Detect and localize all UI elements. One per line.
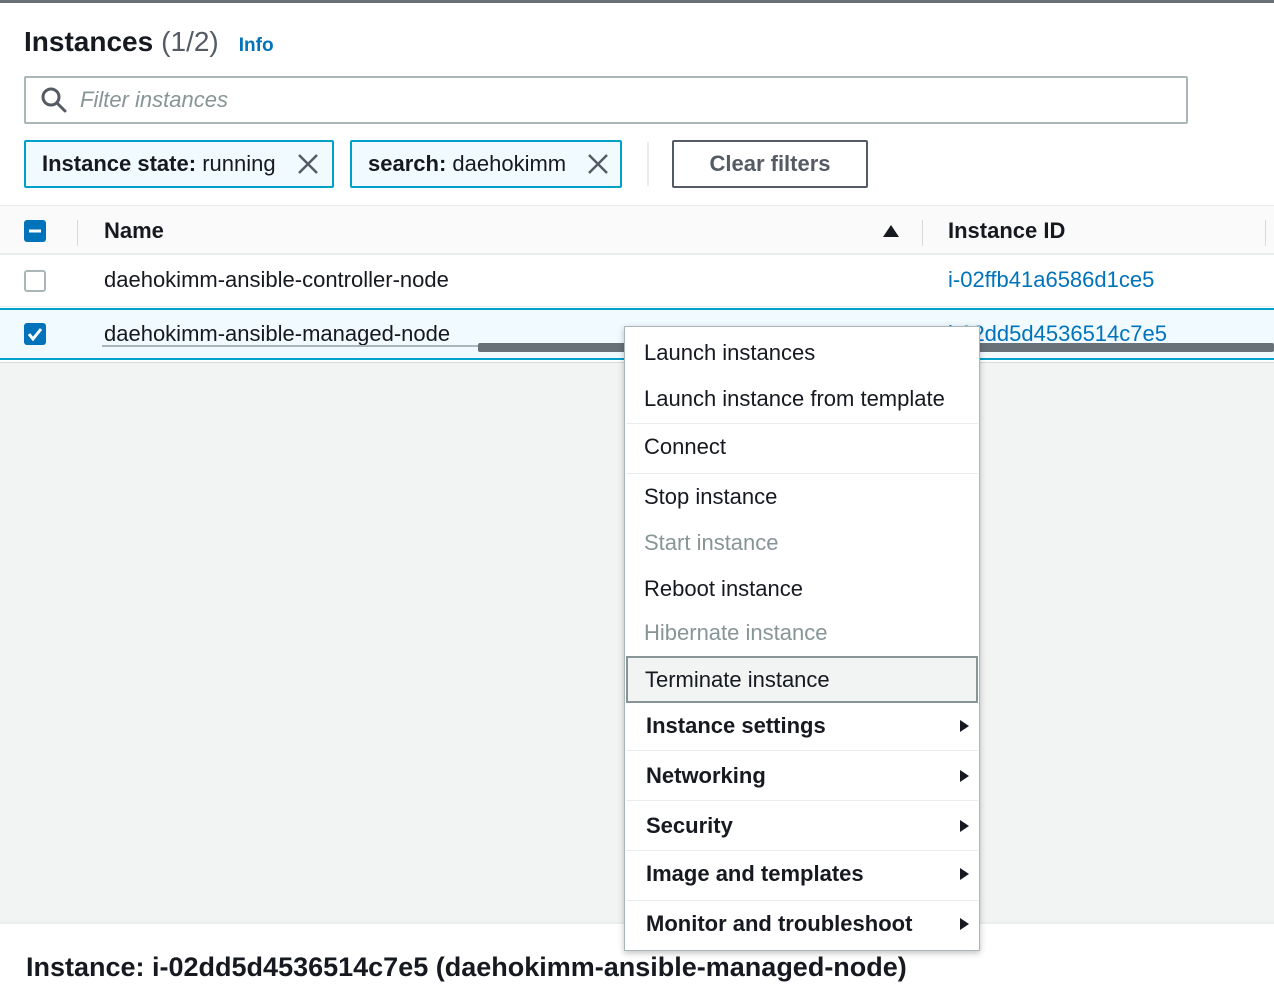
page-title: Instances [24,26,154,57]
column-separator [922,220,923,246]
menu-separator [626,423,978,424]
column-header-instance-id[interactable]: Instance ID [948,218,1065,244]
instance-name: daehokimm-ansible-managed-node [104,321,451,346]
submenu-arrow-icon [960,720,969,732]
token-key: search: [368,151,447,176]
instance-id-link[interactable]: i-02ffb41a6586d1ce5 [948,267,1154,293]
selection-count: (1/2) [161,26,219,57]
menu-item-label: Security [646,813,733,838]
name-underline [102,345,478,347]
menu-separator [626,800,978,801]
token-value: running [202,151,276,176]
menu-item-launch-instances[interactable]: Launch instances [625,331,979,375]
column-separator [77,220,78,246]
checkmark-icon [27,328,43,342]
menu-item-instance-settings[interactable]: Instance settings [625,704,979,748]
menu-separator [626,473,978,474]
indeterminate-icon [29,229,41,233]
filter-input-box[interactable] [24,76,1188,124]
menu-separator [626,900,978,901]
token-divider [647,142,649,186]
menu-item-connect[interactable]: Connect [625,425,979,469]
token-value: daehokimm [452,151,567,176]
menu-item-image-and-templates[interactable]: Image and templates [625,852,979,896]
menu-item-label: Instance settings [646,713,826,738]
clear-filters-button[interactable]: Clear filters [672,140,868,188]
menu-item-networking[interactable]: Networking [625,754,979,798]
submenu-arrow-icon [960,820,969,832]
row-checkbox[interactable] [24,323,46,345]
select-all-checkbox[interactable] [24,220,46,242]
row-checkbox[interactable] [24,270,46,292]
submenu-arrow-icon [960,868,969,880]
column-separator [1265,220,1266,246]
filter-token-instance-state: Instance state: running [24,140,334,188]
details-panel-title: Instance: i-02dd5d4536514c7e5 (daehokimm… [26,952,907,982]
menu-item-reboot-instance[interactable]: Reboot instance [625,567,979,611]
menu-item-start-instance: Start instance [644,530,779,555]
table-row[interactable]: daehokimm-ansible-controller-node i-02ff… [0,255,1274,307]
top-border [0,0,1274,3]
close-icon[interactable] [586,152,610,176]
submenu-arrow-icon [960,918,969,930]
menu-item-label: Image and templates [646,861,864,886]
menu-separator [626,850,978,851]
menu-item-label: Monitor and troubleshoot [646,911,913,936]
menu-item-security[interactable]: Security [625,804,979,848]
search-icon [41,87,67,113]
table-header: Name Instance ID [0,205,1274,255]
column-header-name[interactable]: Name [104,218,164,244]
filter-token-search: search: daehokimm [350,140,622,188]
menu-item-hibernate-instance: Hibernate instance [644,620,828,645]
menu-separator [626,750,978,751]
page-header: Instances (1/2) Info [24,26,274,60]
instance-actions-context-menu: Launch instances Launch instance from te… [624,326,980,951]
menu-item-launch-from-template[interactable]: Launch instance from template [625,377,979,421]
close-icon[interactable] [296,152,320,176]
menu-item-monitor-and-troubleshoot[interactable]: Monitor and troubleshoot [625,902,979,946]
menu-item-terminate-instance[interactable]: Terminate instance [626,656,978,703]
menu-item-label: Networking [646,763,766,788]
token-key: Instance state: [42,151,197,176]
filter-input[interactable] [80,87,1080,113]
submenu-arrow-icon [960,770,969,782]
info-link[interactable]: Info [239,35,274,57]
sort-ascending-icon[interactable] [882,224,900,238]
menu-item-stop-instance[interactable]: Stop instance [625,475,979,519]
instance-name: daehokimm-ansible-controller-node [104,267,449,292]
